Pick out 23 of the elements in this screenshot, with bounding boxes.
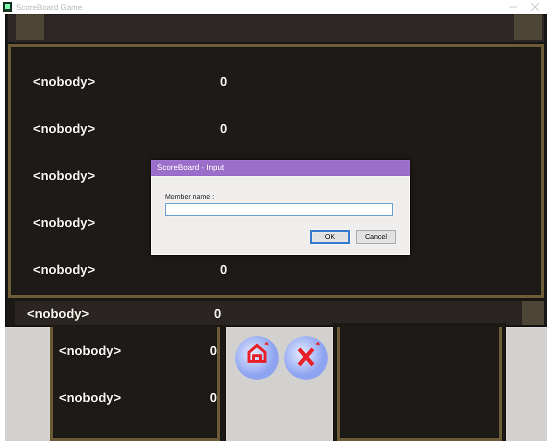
window-title: ScoreBoard Game [16,2,84,12]
home-button[interactable] [234,335,280,381]
player-name: <nobody> [33,262,96,277]
score-value: 0 [214,306,222,320]
corner-block [522,301,544,325]
player-name: <nobody> [59,343,122,358]
score-value: 0 [220,262,228,277]
close-icon[interactable] [531,3,539,11]
player-name: <nobody> [33,215,96,230]
dialog-title: ScoreBoard - Input [151,160,410,176]
score-value: 0 [220,121,228,136]
name-field[interactable] [165,203,393,216]
score-value: 0 [210,390,217,405]
score-value: 0 [210,343,217,358]
close-button[interactable] [283,335,329,381]
corner-block [16,14,44,40]
app-icon [3,2,12,12]
player-name: <nobody> [33,121,96,136]
player-name: <nobody> [33,74,96,89]
player-name: <nobody> [59,390,122,405]
player-name: <nobody> [27,306,90,320]
score-value: 0 [220,74,228,89]
corner-block [514,14,542,40]
